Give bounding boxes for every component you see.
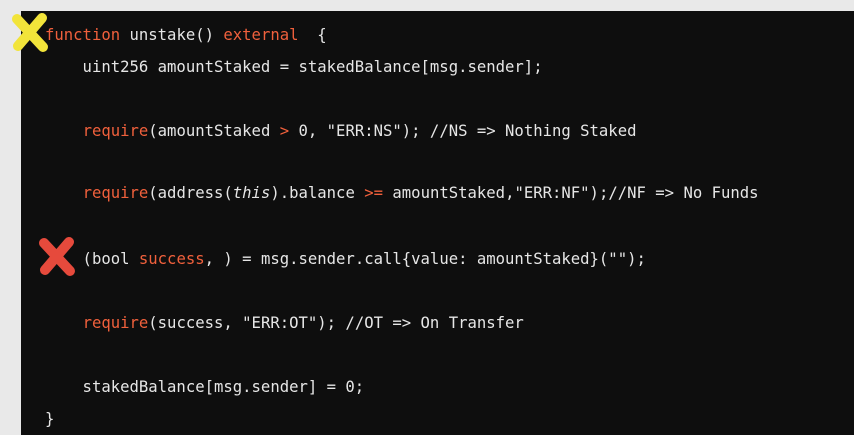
code-token: this <box>232 184 271 202</box>
code-line: uint256 amountStaked = stakedBalance[msg… <box>45 57 543 77</box>
code-line: function unstake() external { <box>45 25 327 45</box>
code-line: require(amountStaked > 0, "ERR:NS"); //N… <box>45 121 637 141</box>
code-token: >= <box>364 184 384 202</box>
code-line: stakedBalance[msg.sender] = 0; <box>45 377 365 397</box>
code-token: 0, "ERR:NS"); //NS => Nothing Staked <box>289 122 637 140</box>
code-token: (address( <box>148 184 233 202</box>
code-token: , ) = msg.sender.call{value: amountStake… <box>204 250 646 268</box>
code-token: stakedBalance[msg.sender] = 0; <box>45 378 365 396</box>
code-line: (bool success, ) = msg.sender.call{value… <box>45 249 646 269</box>
code-token: require <box>82 314 149 332</box>
code-token: ).balance <box>270 184 365 202</box>
code-token: success <box>138 250 205 268</box>
code-token: unstake() <box>120 26 224 44</box>
code-token: > <box>279 122 290 140</box>
code-token: require <box>82 122 149 140</box>
code-token: { <box>298 26 327 44</box>
code-line: require(address(this).balance >= amountS… <box>45 183 759 203</box>
red-x-icon <box>35 235 79 279</box>
code-line: } <box>45 409 54 429</box>
code-token: external <box>223 26 299 44</box>
code-token: require <box>82 184 149 202</box>
code-token: (amountStaked <box>148 122 280 140</box>
screenshot-frame: function unstake() external { uint256 am… <box>0 0 854 435</box>
yellow-x-icon <box>8 11 52 55</box>
code-editor-panel: function unstake() external { uint256 am… <box>21 11 854 435</box>
code-token: uint256 amountStaked = stakedBalance[msg… <box>45 58 543 76</box>
code-token: amountStaked,"ERR:NF");//NF => No Funds <box>383 184 759 202</box>
code-token: function <box>45 26 121 44</box>
code-line: require(success, "ERR:OT"); //OT => On T… <box>45 313 524 333</box>
code-token: (success, "ERR:OT"); //OT => On Transfer <box>148 314 524 332</box>
code-token: } <box>45 410 55 428</box>
